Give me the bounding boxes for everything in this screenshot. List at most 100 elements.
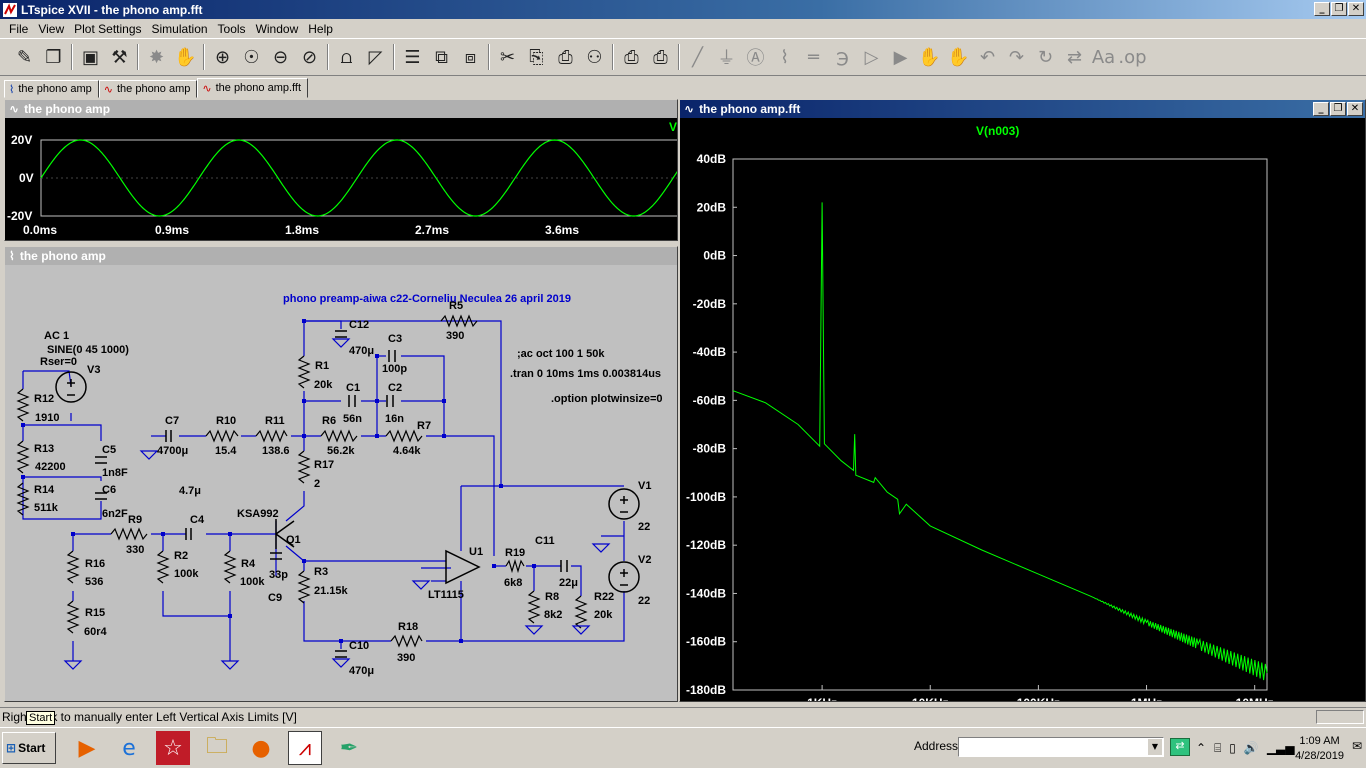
component-label: R17 [314, 459, 334, 471]
fft-plot[interactable]: V(n003) 40dB 20dB 0dB -20dB -40dB -60dB -80dB -… [680, 118, 1365, 701]
open-folder-icon[interactable]: ❐ [39, 42, 68, 72]
drag-icon[interactable]: ✋ [944, 42, 973, 72]
inductor-icon[interactable]: ℈ [828, 42, 857, 72]
schematic-window-titlebar[interactable]: ⌇ the phono amp [5, 247, 677, 265]
source-spec: AC 1 [44, 330, 69, 342]
halt-icon[interactable]: ✋ [171, 42, 200, 72]
menu-view[interactable]: View [33, 22, 69, 36]
menu-window[interactable]: Window [251, 22, 304, 36]
control-panel-icon[interactable]: ⚒ [105, 42, 134, 72]
resistor-icon[interactable]: ⌇ [770, 42, 799, 72]
spice-directive-icon[interactable]: .op [1118, 42, 1147, 72]
clock[interactable]: 1:09 AM 4/28/2019 [1295, 734, 1344, 764]
go-button[interactable]: ⇄ [1170, 738, 1190, 756]
menu-plot-settings[interactable]: Plot Settings [69, 22, 146, 36]
cut-icon[interactable]: ✂ [493, 42, 522, 72]
tab-transient-plot[interactable]: ∿ the phono amp [98, 80, 198, 98]
restore-button[interactable]: ❐ [1331, 2, 1347, 16]
tab-fft-plot[interactable]: ∿ the phono amp.fft [197, 78, 309, 98]
capacitor-icon[interactable]: ═ [799, 42, 828, 72]
component-value: 22 [638, 521, 650, 533]
component-value: 138.6 [262, 445, 290, 457]
menu-simulation[interactable]: Simulation [147, 22, 213, 36]
media-player-icon[interactable]: ▶ [70, 731, 104, 765]
y-tick-label: 0V [19, 171, 34, 185]
notifications-icon[interactable]: ✉ [1352, 739, 1362, 753]
x-tick-label: 1KHz [807, 696, 837, 701]
y-tick-label: -40dB [693, 345, 727, 359]
restore-button[interactable]: ❐ [1330, 102, 1346, 116]
dropdown-arrow-icon[interactable]: ▼ [1148, 739, 1162, 755]
paint-icon[interactable]: ✒ [332, 731, 366, 765]
cascade-icon[interactable]: ⧉ [427, 42, 456, 72]
tile-horizontal-icon[interactable]: ☰ [398, 42, 427, 72]
y-tick-label: -120dB [686, 538, 726, 552]
toolbar-separator [327, 44, 329, 70]
ground-icon[interactable]: ⏚ [712, 42, 741, 72]
copy-icon[interactable]: ⎘ [522, 42, 551, 72]
chevron-up-icon[interactable]: ⌃ [1196, 741, 1206, 755]
menu-tools[interactable]: Tools [213, 22, 251, 36]
pick-icon[interactable]: ◸ [361, 42, 390, 72]
network-icon[interactable]: ⌸ [1214, 741, 1221, 756]
run-icon[interactable]: ✸ [142, 42, 171, 72]
component-label: R6 [322, 415, 336, 427]
component-label: R8 [545, 591, 559, 603]
find-icon[interactable]: ⚇ [580, 42, 609, 72]
new-schematic-icon[interactable]: ✎ [10, 42, 39, 72]
acrobat-icon[interactable]: ☆ [156, 731, 190, 765]
save-icon[interactable]: ▣ [76, 42, 105, 72]
zoom-pan-icon[interactable]: ☉ [237, 42, 266, 72]
toolbar-separator [488, 44, 490, 70]
firefox-icon[interactable]: ● [244, 731, 278, 765]
close-button[interactable]: ✕ [1348, 2, 1364, 16]
toolbar-separator [393, 44, 395, 70]
text-icon[interactable]: Aa [1089, 42, 1118, 72]
signal-icon[interactable]: ▁▃▅ [1267, 741, 1295, 755]
transient-window-titlebar[interactable]: ∿ the phono amp [5, 100, 677, 118]
component-value: 330 [126, 544, 144, 556]
volume-icon[interactable]: 🔊 [1244, 741, 1259, 755]
zoom-full-icon[interactable]: ⊘ [295, 42, 324, 72]
menu-help[interactable]: Help [303, 22, 338, 36]
tile-vertical-icon[interactable]: ⧈ [456, 42, 485, 72]
address-input[interactable]: ▼ [958, 737, 1164, 757]
fft-window-titlebar[interactable]: ∿ the phono amp.fft _ ❐ ✕ [680, 100, 1365, 118]
component-label: R15 [85, 607, 105, 619]
move-icon[interactable]: ✋ [915, 42, 944, 72]
mirror-icon[interactable]: ⇄ [1060, 42, 1089, 72]
source-spec: SINE(0 45 1000) [47, 344, 129, 356]
transient-plot[interactable]: V 20V 0V -20V 0.0ms 0.9ms 1.8ms 2.7ms 3.… [5, 118, 677, 240]
autorange-icon[interactable]: ⩍ [332, 42, 361, 72]
print-icon[interactable]: ⎙ [617, 42, 646, 72]
menu-file[interactable]: File [4, 22, 33, 36]
battery-icon[interactable]: ▯ [1229, 741, 1236, 755]
zoom-in-icon[interactable]: ⊕ [208, 42, 237, 72]
status-panel [1316, 710, 1364, 724]
minimize-button[interactable]: _ [1313, 102, 1329, 116]
close-button[interactable]: ✕ [1347, 102, 1363, 116]
paste-icon[interactable]: ⎙ [551, 42, 580, 72]
zoom-out-icon[interactable]: ⊖ [266, 42, 295, 72]
file-explorer-icon[interactable]: 🗀 [200, 731, 234, 765]
diode-icon[interactable]: ▷ [857, 42, 886, 72]
main-toolbar: ✎ ❐ ▣ ⚒ ✸ ✋ ⊕ ☉ ⊖ ⊘ ⩍ ◸ ☰ ⧉ ⧈ ✂ ⎘ ⎙ ⚇ ⎙ ⎙ ╱ ⏚ Ⓐ ⌇ ═ ℈ ▷ ▶ ✋ ✋ ↶ ↷ ↻ ⇄ Aa .op [0, 38, 1366, 76]
toolbar-separator [71, 44, 73, 70]
minimize-button[interactable]: _ [1314, 2, 1330, 16]
redo-icon[interactable]: ↷ [1002, 42, 1031, 72]
start-button[interactable]: ⊞ Start [2, 732, 56, 764]
tab-schematic[interactable]: ⌇ the phono amp [4, 80, 99, 98]
ltspice-taskbar-icon[interactable]: ⩘ [288, 731, 322, 765]
component-value: 4.7μ [179, 485, 201, 497]
undo-icon[interactable]: ↶ [973, 42, 1002, 72]
wire-icon[interactable]: ╱ [683, 42, 712, 72]
component-icon[interactable]: ▶ [886, 42, 915, 72]
component-label: R14 [34, 484, 55, 496]
rotate-icon[interactable]: ↻ [1031, 42, 1060, 72]
internet-explorer-icon[interactable]: e [112, 731, 146, 765]
y-tick-label: -160dB [686, 635, 726, 649]
schematic-canvas[interactable]: phono preamp-aiwa c22-Corneliu Neculea 2… [5, 265, 677, 701]
print-setup-icon[interactable]: ⎙ [646, 42, 675, 72]
label-icon[interactable]: Ⓐ [741, 42, 770, 72]
window-title: the phono amp [19, 249, 106, 263]
